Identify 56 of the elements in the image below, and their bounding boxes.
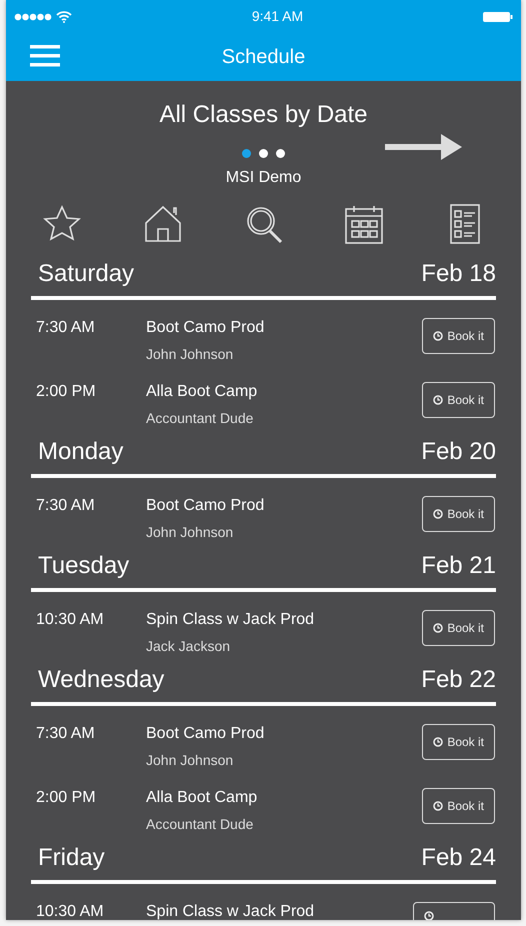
clock-icon xyxy=(424,911,434,920)
battery-icon xyxy=(483,11,513,24)
book-button[interactable]: Book it xyxy=(422,610,495,646)
day-name: Saturday xyxy=(38,259,134,289)
instructor-name: Accountant Dude xyxy=(146,409,254,428)
day-date: Feb 18 xyxy=(421,259,496,289)
book-button[interactable]: Book it xyxy=(422,724,495,760)
instructor-name: John Johnson xyxy=(146,345,234,364)
book-button[interactable]: Book it xyxy=(422,382,495,418)
clock-icon xyxy=(433,801,444,811)
class-name: Boot Camo Prod xyxy=(146,724,266,744)
book-button[interactable]: Book it xyxy=(422,318,495,354)
clock-icon xyxy=(433,509,444,519)
instructor-name: John Johnson xyxy=(146,523,234,542)
day-name: Wednesday xyxy=(38,665,164,695)
class-name: Spin Class w Jack Prod xyxy=(146,902,316,920)
day-name: Friday xyxy=(38,843,105,873)
clock-icon xyxy=(433,331,444,341)
location-name: MSI Demo xyxy=(224,168,302,188)
signal-icon xyxy=(14,12,52,20)
clock-icon xyxy=(433,623,444,633)
instructor-name: Jack Jackson xyxy=(146,637,232,656)
menu-icon[interactable] xyxy=(30,44,60,68)
wifi-icon xyxy=(56,10,72,22)
status-time: 9:41 AM xyxy=(252,7,304,26)
calendar-icon[interactable] xyxy=(344,204,384,246)
arrow-right-icon[interactable] xyxy=(385,133,463,161)
class-time: 7:30 AM xyxy=(36,724,96,744)
class-time: 10:30 AM xyxy=(36,610,105,630)
class-time: 7:30 AM xyxy=(36,496,96,516)
class-name: Boot Camo Prod xyxy=(146,318,266,338)
instructor-name: John Johnson xyxy=(146,751,234,770)
clock-icon xyxy=(433,737,444,747)
class-name: Alla Boot Camp xyxy=(146,788,258,808)
book-button[interactable]: Book it xyxy=(422,496,495,532)
class-name: Boot Camo Prod xyxy=(146,496,266,516)
day-date: Feb 22 xyxy=(421,665,496,695)
screen-title: Schedule xyxy=(222,45,306,69)
class-time: 10:30 AM xyxy=(36,902,105,920)
class-name: Spin Class w Jack Prod xyxy=(146,610,316,630)
book-button[interactable]: Book it xyxy=(422,788,495,824)
page-dot[interactable] xyxy=(276,149,285,158)
day-name: Monday xyxy=(38,437,124,467)
instructor-name: Accountant Dude xyxy=(146,815,254,834)
day-date: Feb 21 xyxy=(421,551,496,581)
day-name: Tuesday xyxy=(38,551,130,581)
day-date: Feb 24 xyxy=(421,843,496,873)
day-date: Feb 20 xyxy=(421,437,496,467)
class-time: 7:30 AM xyxy=(36,318,96,338)
class-time: 2:00 PM xyxy=(36,788,97,808)
page-title: All Classes by Date xyxy=(158,100,369,130)
class-name: Alla Boot Camp xyxy=(146,382,258,402)
clock-icon xyxy=(433,395,444,405)
page-dot[interactable] xyxy=(259,149,268,158)
page-dot[interactable] xyxy=(242,149,251,158)
class-time: 2:00 PM xyxy=(36,382,97,402)
